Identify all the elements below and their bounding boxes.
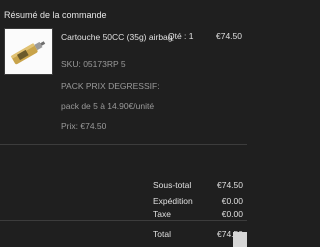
divider <box>0 220 247 221</box>
subtotal-value: €74.50 <box>217 180 243 190</box>
product-pack-offer: pack de 5 à 14.90€/unité <box>61 101 155 111</box>
product-sku: SKU: 05173RP 5 <box>61 59 126 69</box>
tax-label: Taxe <box>153 209 171 219</box>
shipping-row: Expédition €0.00 <box>153 196 243 206</box>
corner-icon[interactable] <box>233 232 247 247</box>
divider <box>0 144 247 145</box>
tax-row: Taxe €0.00 <box>153 209 243 219</box>
total-row: Total €74.50 <box>153 229 243 239</box>
order-summary-title: Résumé de la commande <box>4 10 107 20</box>
product-name[interactable]: Cartouche 50CC (35g) airbag <box>61 31 173 43</box>
product-unit-price: Prix: €74.50 <box>61 121 107 131</box>
subtotal-label: Sous-total <box>153 180 192 190</box>
shipping-value: €0.00 <box>221 196 243 206</box>
tax-value: €0.00 <box>221 209 243 219</box>
product-offer-title: PACK PRIX DEGRESSIF: <box>61 81 160 91</box>
shipping-label: Expédition <box>153 196 193 206</box>
airbag-cartridge-image <box>10 41 46 65</box>
total-label: Total <box>153 229 171 239</box>
product-price: €74.50 <box>216 31 242 41</box>
product-thumbnail <box>4 28 53 75</box>
subtotal-row: Sous-total €74.50 <box>153 180 243 190</box>
product-quantity: Qté : 1 <box>168 31 194 41</box>
